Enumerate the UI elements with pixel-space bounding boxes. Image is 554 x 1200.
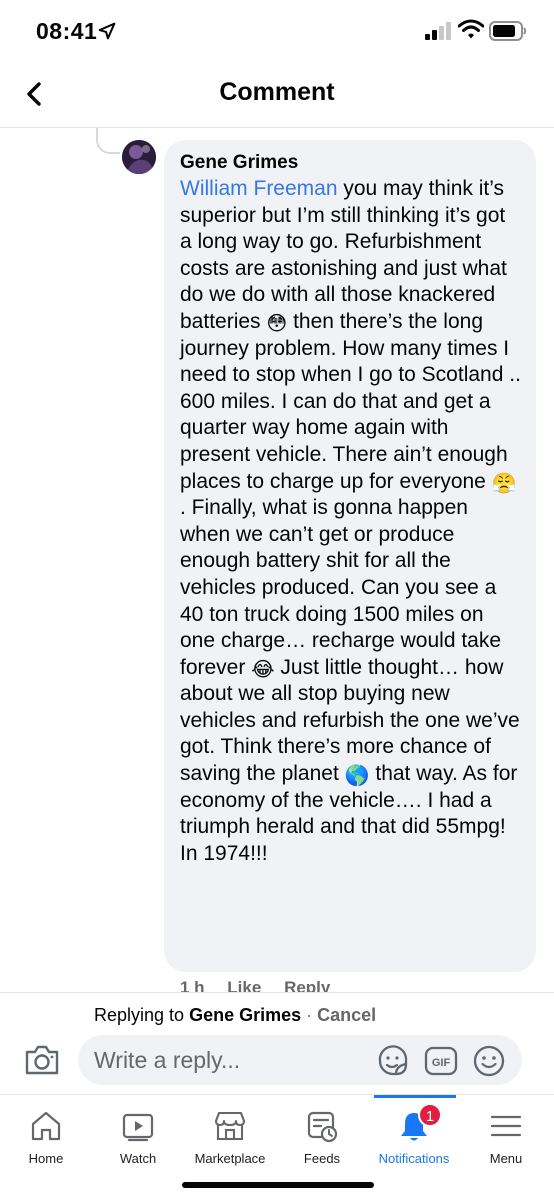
nav-label: Feeds bbox=[303, 1151, 341, 1166]
cancel-reply-button[interactable]: Cancel bbox=[317, 1005, 376, 1025]
comment-meta: 1 h Like Reply bbox=[180, 978, 348, 992]
marketplace-icon bbox=[214, 1111, 246, 1141]
reply-input[interactable]: Write a reply... GIF bbox=[78, 1035, 522, 1085]
nav-label: Marketplace bbox=[194, 1151, 266, 1166]
watch-icon bbox=[122, 1113, 154, 1142]
notification-badge: 1 bbox=[418, 1103, 442, 1127]
emoji-icon[interactable] bbox=[472, 1044, 506, 1078]
nav-watch[interactable]: Watch bbox=[92, 1095, 184, 1175]
replying-to-name: Gene Grimes bbox=[189, 1005, 302, 1025]
avatar[interactable] bbox=[122, 140, 156, 174]
avatar-image bbox=[122, 140, 156, 174]
wifi-icon bbox=[458, 19, 484, 39]
feeds-icon bbox=[307, 1111, 338, 1143]
reply-placeholder: Write a reply... bbox=[94, 1047, 241, 1073]
comment-segment: . Finally, what is gonna happen when we … bbox=[180, 496, 502, 679]
battery-icon bbox=[489, 21, 527, 41]
menu-icon bbox=[490, 1115, 522, 1137]
camera-icon[interactable] bbox=[24, 1043, 60, 1077]
page-title: Comment bbox=[219, 78, 335, 106]
nav-label: Notifications bbox=[378, 1151, 450, 1166]
separator: · bbox=[301, 1005, 318, 1025]
status-bar: 08:41 bbox=[0, 0, 554, 64]
steam-face-emoji: 😤 bbox=[491, 472, 517, 495]
nav-home[interactable]: Home bbox=[0, 1095, 92, 1175]
header: Comment bbox=[0, 64, 554, 128]
home-icon bbox=[31, 1111, 61, 1141]
nav-notifications[interactable]: Notifications bbox=[368, 1095, 460, 1175]
nav-label: Menu bbox=[489, 1151, 523, 1166]
nav-menu[interactable]: Menu bbox=[460, 1095, 552, 1175]
comment-time: 1 h bbox=[180, 978, 205, 992]
globe-emoji: 🌎 bbox=[344, 765, 370, 788]
comment-bubble: Gene Grimes William Freeman you may thin… bbox=[164, 140, 536, 972]
nav-label: Watch bbox=[119, 1151, 157, 1166]
thread-connector bbox=[96, 128, 120, 154]
tears-of-joy-emoji: 😂 bbox=[251, 658, 275, 681]
like-button[interactable]: Like bbox=[227, 978, 261, 992]
location-arrow-icon bbox=[98, 22, 116, 40]
comment-author[interactable]: Gene Grimes bbox=[180, 152, 522, 174]
home-indicator bbox=[182, 1182, 374, 1188]
gif-icon[interactable]: GIF bbox=[424, 1045, 460, 1077]
comment-segment: then there’s the long journey problem. H… bbox=[180, 309, 521, 493]
comment-text: William Freeman you may think it’s super… bbox=[180, 176, 522, 867]
gif-label: GIF bbox=[432, 1057, 451, 1069]
reply-panel: Replying to Gene Grimes · Cancel Write a… bbox=[0, 992, 554, 1094]
mention-link[interactable]: William Freeman bbox=[180, 177, 338, 200]
nav-feeds[interactable]: Feeds bbox=[276, 1095, 368, 1175]
flushed-face-emoji: 😳 bbox=[266, 312, 288, 335]
reply-button[interactable]: Reply bbox=[284, 978, 330, 992]
status-time: 08:41 bbox=[36, 18, 98, 44]
replying-prefix: Replying to bbox=[94, 1005, 190, 1025]
nav-label: Home bbox=[28, 1151, 64, 1166]
sticker-icon[interactable] bbox=[376, 1044, 410, 1078]
replying-to-bar: Replying to Gene Grimes · Cancel bbox=[94, 1005, 376, 1026]
nav-marketplace[interactable]: Marketplace bbox=[184, 1095, 276, 1175]
signal-icon bbox=[425, 22, 451, 40]
